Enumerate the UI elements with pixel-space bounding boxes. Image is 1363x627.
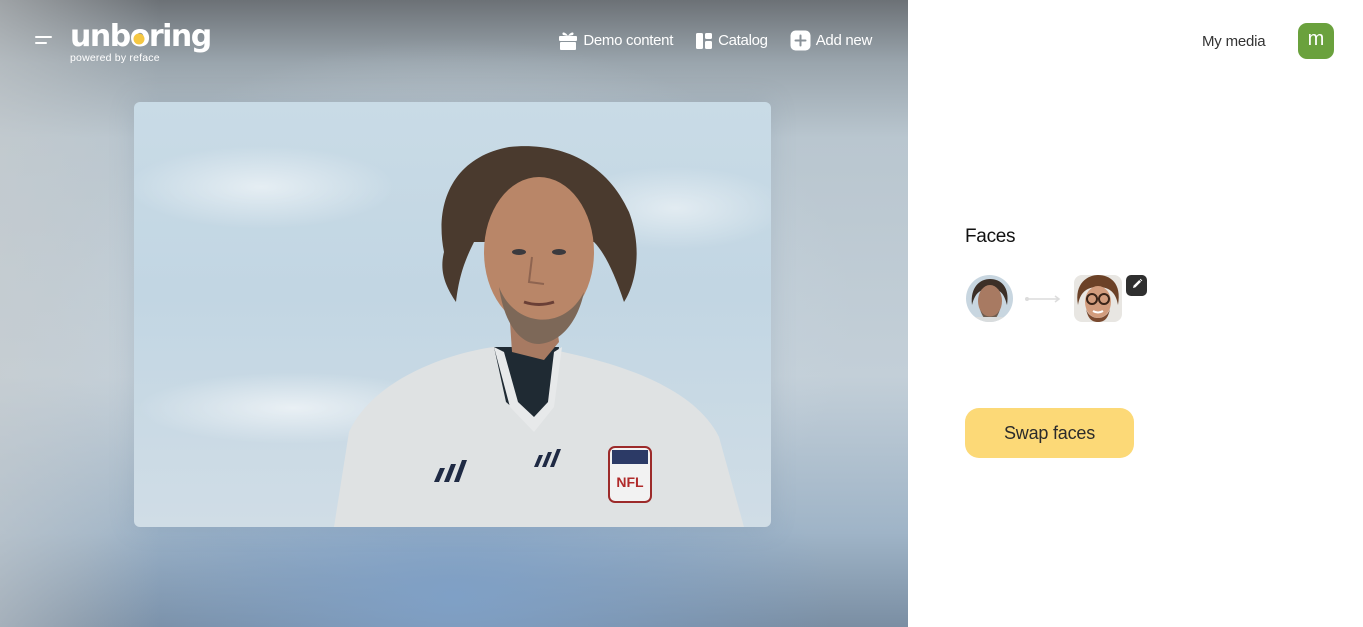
target-face-thumbnail[interactable]	[1074, 275, 1122, 322]
top-bar: unboring powered by reface Demo content	[0, 0, 908, 80]
catalog-grid-icon	[695, 32, 713, 50]
arrow-right-icon	[1024, 292, 1064, 304]
my-media-link[interactable]: My media	[1202, 33, 1266, 50]
nav-demo-content-label: Demo content	[583, 32, 674, 49]
hamburger-menu-icon[interactable]	[33, 35, 53, 47]
media-stage: unboring powered by reface Demo content	[0, 0, 908, 627]
edit-face-button[interactable]	[1126, 275, 1147, 296]
main-nav: Demo content Catalog Add new	[558, 30, 872, 51]
avatar[interactable]: m	[1298, 23, 1334, 59]
plus-square-icon	[790, 30, 811, 51]
nav-add-new-label: Add new	[815, 32, 873, 49]
nav-add-new[interactable]: Add new	[790, 30, 872, 51]
svg-text:NFL: NFL	[616, 474, 644, 490]
pencil-icon	[1131, 277, 1143, 295]
target-face-image	[1074, 275, 1122, 322]
swap-faces-button[interactable]: Swap faces	[965, 408, 1134, 458]
source-face-thumbnail[interactable]	[966, 275, 1013, 322]
avatar-initial: m	[1307, 28, 1325, 50]
media-preview-image[interactable]: NFL	[134, 102, 771, 527]
faces-title: Faces	[965, 226, 1016, 247]
nav-demo-content[interactable]: Demo content	[558, 31, 673, 50]
right-panel: My media m Faces Swap faces	[908, 0, 1363, 627]
logo[interactable]: unboring powered by reface	[70, 19, 212, 65]
source-face-image	[966, 275, 1013, 322]
gift-icon	[558, 31, 578, 50]
person-illustration: NFL	[334, 146, 744, 527]
nav-catalog-label: Catalog	[718, 32, 768, 49]
logo-wordmark: unboring	[70, 19, 212, 54]
nav-catalog[interactable]: Catalog	[695, 32, 768, 50]
